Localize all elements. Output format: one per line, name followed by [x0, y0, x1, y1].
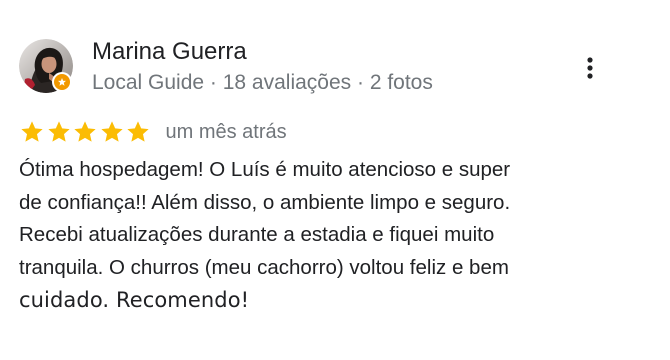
review-text-line: de confiança!! Além disso, o ambiente li… — [19, 190, 511, 214]
reviewer-avatar[interactable] — [19, 39, 73, 93]
review-text-line: Recebi atualizações durante a estadia e … — [19, 223, 495, 246]
review-text-line: tranquila. O churros (meu cachorro) volt… — [19, 255, 509, 279]
star-icon — [127, 121, 149, 142]
reviewer-name[interactable]: Marina Guerra — [92, 37, 247, 67]
rating-row: um mês atrás — [19, 118, 287, 146]
star-icon — [21, 121, 43, 142]
review-date: um mês atrás — [165, 121, 287, 143]
star-rating — [19, 119, 152, 145]
more-vert-icon — [587, 57, 593, 79]
review-card: Marina Guerra Local Guide · 18 avaliaçõe… — [0, 0, 670, 360]
star-badge-glyph — [58, 78, 66, 86]
review-text-line: Ótima hospedagem! O Luís é muito atencio… — [19, 158, 511, 181]
local-guide-badge-icon — [52, 72, 72, 92]
reviewer-meta: Local Guide · 18 avaliações · 2 fotos — [92, 71, 433, 94]
star-icon — [47, 121, 70, 142]
more-options-button[interactable] — [574, 50, 606, 86]
review-text: Ótima hospedagem! O Luís é muito atencio… — [19, 154, 629, 317]
star-icon — [74, 121, 96, 142]
review-text-line: cuidado. Recomendo! — [19, 288, 250, 312]
star-icon — [100, 121, 123, 142]
